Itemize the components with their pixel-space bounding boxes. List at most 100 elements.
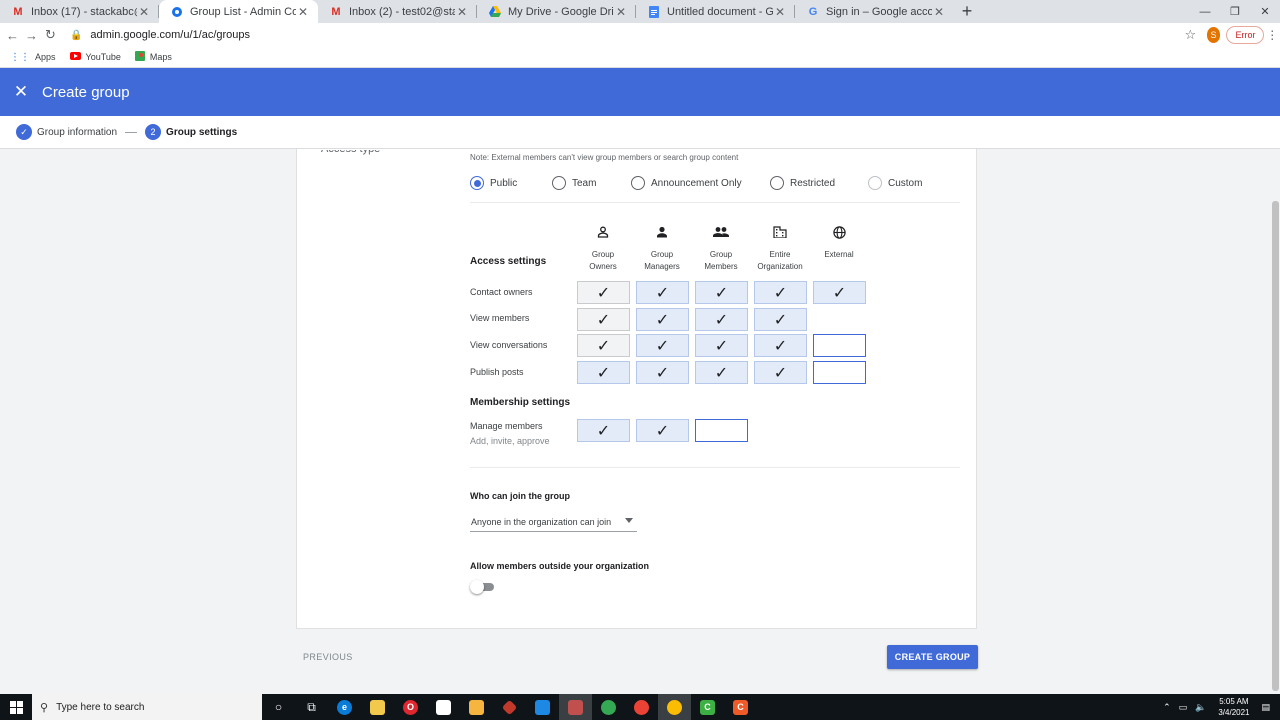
divider [470,467,960,468]
clock[interactable]: 5:05 AM 3/4/2021 [1210,696,1257,718]
back-button[interactable]: ← [3,24,22,46]
bookmark-maps[interactable]: Maps [134,50,172,64]
allow-outside-title: Allow members outside your organization [470,561,650,571]
view-members-members-cell[interactable]: ✓ [695,308,748,331]
view-members-managers-cell[interactable]: ✓ [636,308,689,331]
more-menu-icon[interactable]: ⋮ [1264,28,1280,42]
contact-owners-organization-cell[interactable]: ✓ [754,281,807,304]
page-scrollbar[interactable] [1271,149,1280,694]
url-text: admin.google.com/u/1/ac/groups [90,29,251,41]
view-members-owners-cell: ✓ [577,308,630,331]
file-icon[interactable] [427,694,460,720]
browser-tab[interactable]: M Inbox (17) - stackabc@gmail.com ✕ [0,0,159,23]
manage-members-managers-cell[interactable]: ✓ [636,419,689,442]
close-icon[interactable]: ✕ [296,5,310,19]
edge-icon[interactable]: e [328,694,361,720]
radio-announcement-only[interactable]: Announcement Only [631,176,770,190]
view-conversations-members-cell[interactable]: ✓ [695,334,748,357]
close-icon[interactable]: ✕ [455,5,469,19]
address-bar[interactable]: 🔒 admin.google.com/u/1/ac/groups [70,25,1180,45]
close-icon[interactable]: ✕ [773,5,787,19]
view-conversations-managers-cell[interactable]: ✓ [636,334,689,357]
browser-tab[interactable]: G Sign in – Google accounts ✕ [795,0,954,23]
camtasia-orange-icon[interactable]: C [724,694,757,720]
allow-outside-toggle[interactable] [470,580,496,594]
contact-owners-external-cell[interactable]: ✓ [813,281,866,304]
check-icon: ✓ [596,364,611,382]
task-view-icon[interactable]: ⧉ [295,694,328,720]
person-icon [634,221,690,243]
radio-button[interactable] [470,176,484,190]
browser-tab[interactable]: M Inbox (2) - test02@stackabc.com ✕ [318,0,477,23]
profile-avatar[interactable]: S [1206,27,1221,43]
row-label-contact-owners: Contact owners [470,287,533,297]
step-group-settings[interactable]: 2 Group settings [145,124,237,140]
radio-button[interactable] [631,176,645,190]
new-tab-button[interactable]: + [954,0,980,23]
notification-icon[interactable]: ▤ [1261,702,1270,713]
contact-owners-managers-cell[interactable]: ✓ [636,281,689,304]
error-button[interactable]: Error [1226,26,1265,44]
app-diamond-icon[interactable] [493,694,526,720]
step-group-information[interactable]: ✓ Group information [16,124,117,140]
forward-button[interactable]: → [22,24,41,46]
restore-button[interactable]: ❐ [1220,0,1250,23]
bookmark-apps[interactable]: ⋮⋮ Apps [10,52,56,63]
app-header: ✕ Create group [0,68,1280,116]
view-conversations-external-cell[interactable] [813,334,866,357]
publish-posts-organization-cell[interactable]: ✓ [754,361,807,384]
membership-settings-title: Membership settings [470,397,571,408]
app-active-icon[interactable] [559,694,592,720]
previous-button[interactable]: PREVIOUS [296,645,360,669]
manage-members-owners-cell[interactable]: ✓ [577,419,630,442]
window-close-button[interactable]: ✕ [1250,0,1280,23]
close-icon[interactable]: ✕ [932,5,946,19]
who-can-join-title: Who can join the group [470,491,570,501]
publish-posts-managers-cell[interactable]: ✓ [636,361,689,384]
cortana-icon[interactable]: ○ [262,694,295,720]
view-members-organization-cell[interactable]: ✓ [754,308,807,331]
chrome-icon[interactable] [592,694,625,720]
view-conversations-organization-cell[interactable]: ✓ [754,334,807,357]
close-icon[interactable]: ✕ [614,5,628,19]
defender-icon[interactable] [526,694,559,720]
contact-owners-members-cell[interactable]: ✓ [695,281,748,304]
minimize-button[interactable]: — [1190,0,1220,23]
opera-icon[interactable]: O [394,694,427,720]
manage-members-members-cell[interactable] [695,419,748,442]
create-group-button[interactable]: CREATE GROUP [887,645,978,669]
radio-button[interactable] [868,176,882,190]
store-icon[interactable] [361,694,394,720]
browser-tab-active[interactable]: Group List - Admin Console ✕ [159,0,318,23]
publish-posts-members-cell[interactable]: ✓ [695,361,748,384]
chevron-up-icon[interactable]: ⌃ [1163,702,1171,713]
radio-button[interactable] [552,176,566,190]
network-icon[interactable]: ▭ [1179,702,1188,713]
who-can-join-dropdown[interactable]: Anyone in the organization can join [470,512,637,532]
file-explorer-icon[interactable] [460,694,493,720]
drive-icon [489,6,501,18]
publish-posts-external-cell[interactable] [813,361,866,384]
radio-team[interactable]: Team [552,176,631,190]
bookmark-youtube[interactable]: YouTube [69,51,121,63]
taskbar-search[interactable]: ⚲ Type here to search [32,694,262,720]
radio-button[interactable] [770,176,784,190]
radio-custom[interactable]: Custom [868,176,948,190]
close-icon[interactable]: ✕ [137,5,151,19]
browser-tab[interactable]: Untitled document - Google Docs ✕ [636,0,795,23]
bookmark-star-icon[interactable]: ☆ [1180,27,1201,43]
scrollbar-thumb[interactable] [1272,201,1279,691]
close-icon[interactable]: ✕ [0,82,42,102]
browser-tab[interactable]: My Drive - Google Drive ✕ [477,0,636,23]
column-label: Entire [769,250,791,259]
tab-label: Inbox (2) - test02@stackabc.com [349,5,455,18]
volume-icon[interactable]: 🔈 [1195,702,1206,713]
chrome-active-icon[interactable] [658,694,691,720]
radio-restricted[interactable]: Restricted [770,176,868,190]
camtasia-green-icon[interactable]: C [691,694,724,720]
reload-button[interactable]: ↻ [41,24,60,46]
radio-public[interactable]: Public [470,176,552,190]
publish-posts-owners-cell[interactable]: ✓ [577,361,630,384]
windows-start-icon[interactable] [0,694,32,720]
chrome-profile-icon[interactable] [625,694,658,720]
